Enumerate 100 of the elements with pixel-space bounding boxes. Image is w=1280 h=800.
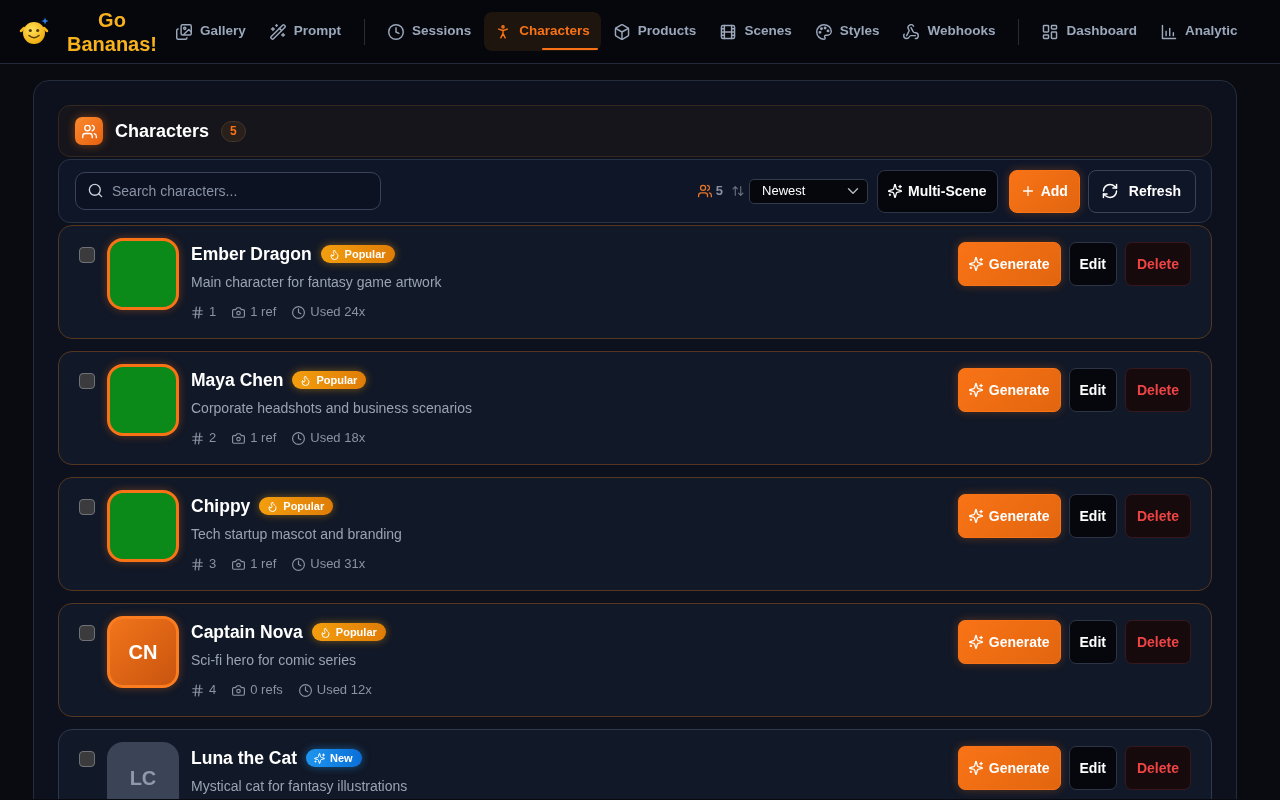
sparkles-icon [968,383,983,397]
images-icon [176,23,192,40]
total-count: 5 [715,182,724,201]
camera-icon [232,683,246,697]
clock-icon [292,305,306,319]
select-checkbox[interactable] [79,247,95,263]
character-description: Mystical cat for fantasy illustrations [191,777,409,796]
sort-icon [732,185,745,197]
hash-icon [191,683,204,697]
sparkles-icon [968,509,983,523]
count-badge: 5 [221,120,246,142]
badge-label: New [330,751,353,765]
clock-icon [292,557,306,571]
avatar-image [107,364,179,436]
sparkles-icon [888,184,903,198]
nav-tab[interactable]: Products [602,12,708,51]
character-number: 1 [209,303,217,321]
nav-tab[interactable]: Sessions [377,12,483,51]
delete-button[interactable]: Delete [1124,494,1191,538]
edit-button[interactable]: Edit [1068,368,1117,412]
usage-count: Used 31x [310,555,366,573]
palette-icon [815,23,832,40]
badge-label: Popular [344,247,386,261]
logo-text: Go Bananas! [66,7,158,56]
delete-button[interactable]: Delete [1124,620,1191,664]
nav-tab[interactable]: Characters [484,12,601,51]
flame-icon [267,500,279,512]
character-number: 2 [209,429,217,447]
character-name: Captain Nova [191,620,303,644]
select-checkbox[interactable] [79,373,95,389]
character-description: Main character for fantasy game artwork [191,273,443,292]
avatar: CN [107,616,179,688]
reference-count: 1 ref [250,429,277,447]
nav-tab[interactable]: Webhooks [892,12,1007,51]
multi-scene-button[interactable]: Multi-Scene [877,169,998,213]
select-checkbox[interactable] [79,499,95,515]
hash-icon [191,431,204,445]
camera-icon [232,431,246,445]
nav-tab[interactable]: Dashboard [1031,12,1148,51]
delete-button[interactable]: Delete [1124,242,1191,286]
clock-icon [298,683,312,697]
flame-icon [300,374,312,386]
edit-button[interactable]: Edit [1068,746,1117,790]
avatar-image [107,490,179,562]
character-description: Sci-fi hero for comic series [191,651,357,670]
select-checkbox[interactable] [79,751,95,767]
edit-button[interactable]: Edit [1068,242,1117,286]
character-description: Corporate headshots and business scenarios [191,399,473,418]
film-icon [720,23,737,40]
nav-tab[interactable]: Styles [804,12,891,51]
avatar-image [107,238,179,310]
character-description: Tech startup mascot and branding [191,525,403,544]
usage-count: Used 24x [310,303,366,321]
badge-label: Popular [283,499,325,513]
flame-icon [319,626,331,638]
nav-tab[interactable]: Analytic [1150,12,1249,51]
sparkles-icon [968,635,983,649]
bar-chart-icon [1161,23,1177,40]
users-icon [75,117,103,145]
hash-icon [191,557,204,571]
refresh-icon [1101,183,1118,199]
refresh-button[interactable]: Refresh [1087,169,1196,213]
nav-tab[interactable]: Scenes [709,12,803,51]
usage-count: Used 18x [310,429,366,447]
character-name: Maya Chen [191,368,284,392]
reference-count: 1 ref [250,303,277,321]
character-name: Ember Dragon [191,242,312,266]
select-checkbox[interactable] [79,625,95,641]
cube-icon [613,23,630,40]
sparkle-icon [314,752,325,764]
flame-icon [328,248,340,260]
delete-button[interactable]: Delete [1124,368,1191,412]
sparkles-icon [968,257,983,271]
reference-count: 1 ref [250,555,277,573]
dashboard-icon [1042,23,1059,40]
search-field[interactable]: Search characters... [75,172,381,210]
users-icon [697,184,712,198]
wand-icon [269,23,286,40]
sparkles-icon [968,761,983,775]
camera-icon [232,305,246,319]
badge-label: Popular [316,373,358,387]
delete-button[interactable]: Delete [1124,746,1191,790]
sort-select[interactable]: Newest [749,178,869,204]
nav-tab[interactable]: Gallery [165,12,257,51]
camera-icon [232,557,246,571]
avatar: LC [107,742,179,799]
search-icon [88,183,103,198]
clock-icon [388,23,405,40]
badge-label: Popular [335,625,377,639]
character-name: Chippy [191,494,251,518]
edit-button[interactable]: Edit [1068,494,1117,538]
webhook-icon [903,23,920,40]
character-number: 3 [209,555,217,573]
nav-tab[interactable]: Prompt [258,12,353,51]
usage-count: Used 12x [316,681,372,699]
reference-count: 0 refs [250,681,283,699]
edit-button[interactable]: Edit [1068,620,1117,664]
plus-icon [1020,184,1035,198]
clock-icon [292,431,306,445]
character-name: Luna the Cat [191,746,297,770]
